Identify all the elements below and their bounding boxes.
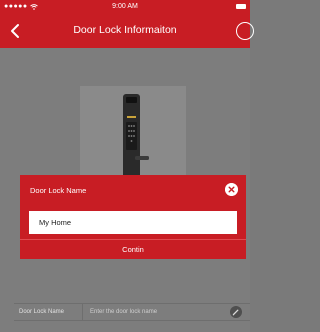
close-circle-icon[interactable]	[225, 183, 238, 196]
row-divider	[82, 304, 83, 320]
page-title: Door Lock Informaiton	[73, 24, 177, 36]
battery-icon	[236, 4, 246, 9]
door-lock-name-placeholder[interactable]: Enter the door lock name	[90, 309, 157, 315]
status-time: 9:00 AM	[112, 3, 138, 10]
door-lock-illustration	[123, 94, 149, 178]
door-lock-name-input[interactable]	[29, 211, 237, 234]
status-bar: ●●●●● 9:00 AM	[0, 0, 250, 14]
edit-circle-icon[interactable]	[236, 22, 254, 40]
door-lock-name-label: Door Lock Name	[19, 309, 65, 315]
door-lock-name-row[interactable]: Door Lock Name Enter the door lock name	[14, 303, 250, 321]
dialog-header: Door Lock Name	[20, 175, 246, 204]
nav-bar: Door Lock Informaiton	[0, 14, 254, 48]
door-lock-name-dialog: Door Lock Name Contin	[20, 175, 246, 259]
chevron-left-icon[interactable]	[8, 22, 24, 40]
dialog-title: Door Lock Name	[30, 186, 87, 195]
dialog-body	[20, 204, 246, 239]
continue-button[interactable]: Contin	[20, 239, 246, 259]
door-lock-image	[80, 86, 186, 178]
pencil-icon[interactable]	[230, 306, 242, 318]
